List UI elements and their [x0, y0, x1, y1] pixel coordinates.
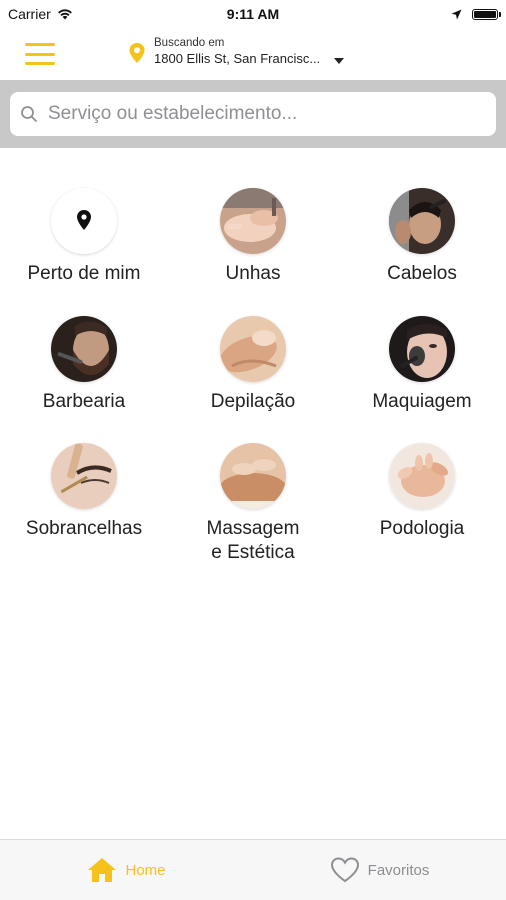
tab-favorites[interactable]: Favoritos [253, 840, 506, 900]
massage-photo [220, 443, 286, 509]
location-selector[interactable]: Buscando em 1800 Ellis St, San Francisc.… [128, 36, 345, 66]
category-label: Maquiagem [372, 391, 472, 412]
category-icon-circle [51, 188, 117, 254]
location-address: 1800 Ellis St, San Francisc... [154, 51, 321, 66]
category-massagem-estetica[interactable]: Massagem e Estética [169, 443, 337, 565]
search-box[interactable] [10, 92, 496, 136]
makeup-photo [389, 316, 455, 382]
search-input[interactable] [46, 102, 470, 126]
status-time: 9:11 AM [226, 6, 280, 22]
category-sobrancelhas[interactable]: Sobrancelhas [0, 443, 168, 541]
category-depilacao[interactable]: Depilação [169, 316, 337, 414]
menu-bar [25, 52, 55, 56]
search-icon [21, 106, 37, 122]
menu-bar [25, 62, 55, 65]
category-label: Depilação [210, 391, 296, 412]
home-icon [88, 858, 117, 882]
haircut-photo [389, 188, 455, 254]
category-label: Unhas [225, 263, 281, 284]
category-perto-de-mim[interactable]: Perto de mim [0, 188, 168, 286]
category-label: Sobrancelhas [25, 518, 143, 539]
heart-icon [330, 857, 359, 883]
location-arrow-icon [451, 9, 462, 19]
location-pin-icon [129, 43, 145, 63]
status-bar: Carrier 9:11 AM [0, 0, 506, 28]
category-cabelos[interactable]: Cabelos [338, 188, 506, 286]
podology-photo [389, 443, 455, 509]
menu-bar [25, 43, 55, 46]
category-label: Massagem e Estética [206, 518, 300, 563]
status-left: Carrier [0, 6, 73, 22]
category-label: Barbearia [42, 391, 126, 412]
waxing-photo [220, 316, 286, 382]
location-text: Buscando em 1800 Ellis St, San Francisc.… [154, 36, 320, 66]
location-label: Buscando em [154, 37, 225, 49]
wifi-icon [57, 9, 72, 20]
category-unhas[interactable]: Unhas [169, 188, 337, 286]
nails-photo [220, 188, 286, 254]
app-screen: Carrier 9:11 AM Buscando em 1800 Ellis S… [0, 0, 506, 900]
tab-bar: Home Favoritos [0, 839, 506, 900]
category-barbearia[interactable]: Barbearia [0, 316, 168, 414]
category-label: Perto de mim [27, 263, 141, 284]
tab-home-label: Home [125, 861, 166, 879]
category-label: Podologia [379, 518, 465, 539]
hamburger-menu-button[interactable] [25, 43, 55, 65]
category-label: Cabelos [387, 263, 457, 284]
category-maquiagem[interactable]: Maquiagem [338, 316, 506, 414]
eyebrows-photo [51, 443, 117, 509]
barber-photo [51, 316, 117, 382]
app-header: Buscando em 1800 Ellis St, San Francisc.… [0, 28, 506, 80]
battery-icon [472, 8, 501, 20]
category-podologia[interactable]: Podologia [338, 443, 506, 541]
carrier-label: Carrier [8, 6, 51, 22]
tab-favorites-label: Favoritos [367, 861, 430, 879]
location-pin-icon [77, 210, 91, 230]
tab-home[interactable]: Home [0, 840, 253, 900]
chevron-down-icon [334, 58, 345, 64]
status-right [451, 8, 506, 20]
search-band [0, 80, 506, 148]
